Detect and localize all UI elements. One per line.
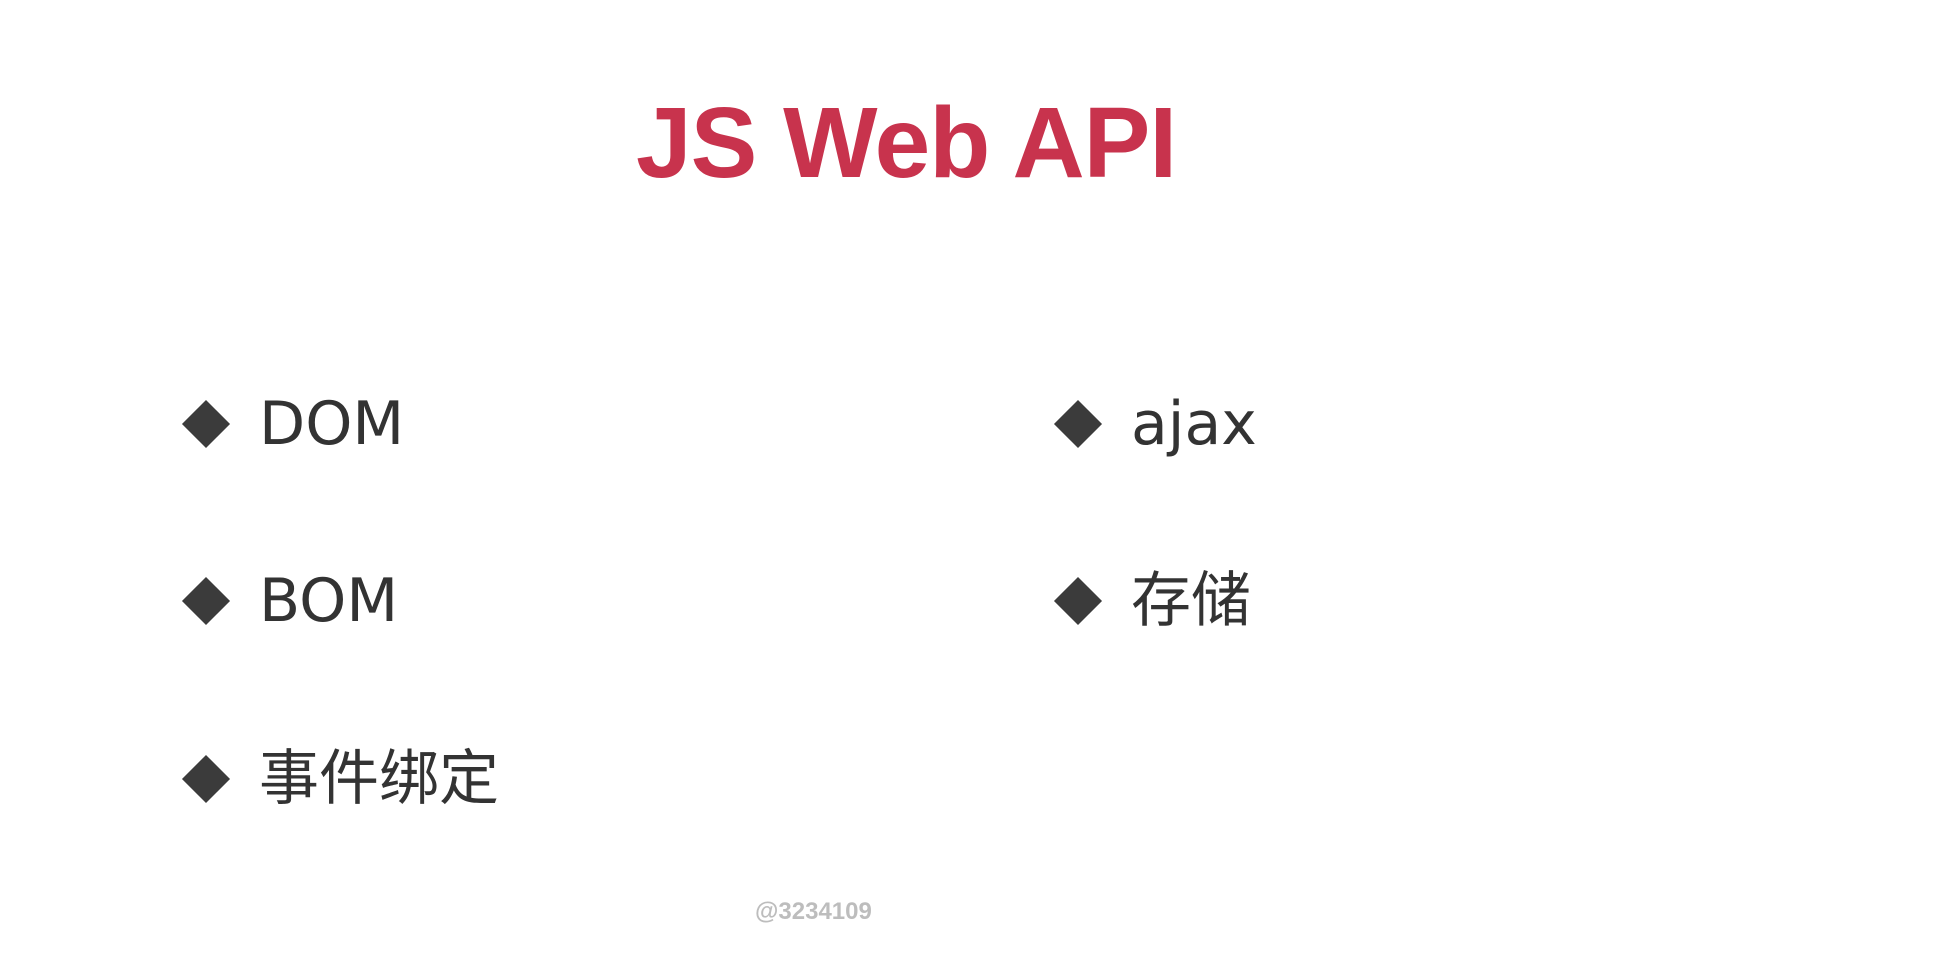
bullet-label: ajax: [1131, 389, 1257, 459]
diamond-bullet-icon: [181, 399, 231, 449]
diamond-bullet-icon: [181, 576, 231, 626]
bullet-label: 存储: [1131, 566, 1251, 636]
bullet-item-dom: DOM: [180, 389, 404, 459]
diamond-bullet-icon: [181, 754, 231, 804]
diamond-bullet-icon: [1053, 399, 1103, 449]
slide-title: JS Web API: [636, 87, 1177, 199]
bullet-item-ajax: ajax: [1052, 389, 1257, 459]
diamond-bullet-icon: [1053, 576, 1103, 626]
bullet-item-storage: 存储: [1052, 566, 1251, 636]
bullet-label: DOM: [259, 389, 405, 459]
watermark: @3234109: [755, 898, 872, 925]
bullet-item-bom: BOM: [180, 566, 398, 636]
bullet-label: 事件绑定: [259, 744, 499, 814]
bullet-label: BOM: [259, 566, 399, 636]
bullet-item-event-binding: 事件绑定: [180, 744, 499, 814]
